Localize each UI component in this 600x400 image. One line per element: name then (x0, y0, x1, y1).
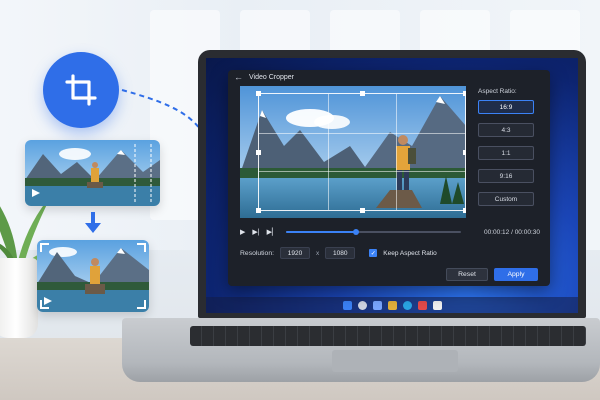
file-explorer-icon[interactable] (387, 300, 397, 310)
reset-button[interactable]: Reset (446, 268, 488, 281)
crop-handle[interactable] (256, 91, 261, 96)
down-arrow-icon (85, 212, 101, 233)
skip-end-icon[interactable]: ▶▏ (267, 228, 278, 236)
aspect-ratio-panel: Aspect Ratio: 16:9 4:3 1:1 9:16 Custom (478, 88, 544, 215)
video-cropper-window: ← Video Cropper Aspect Ratio: 16:9 4:3 1… (228, 70, 550, 286)
aspect-9-16-button[interactable]: 9:16 (478, 169, 534, 183)
crop-grid-line (327, 94, 329, 210)
aspect-ratio-label: Aspect Ratio: (478, 88, 517, 95)
crop-selection-box[interactable] (256, 91, 466, 213)
plant-pot (0, 258, 38, 338)
crop-handle[interactable] (463, 208, 466, 213)
step-forward-icon[interactable]: ▶| (252, 228, 259, 236)
play-icon (44, 297, 52, 305)
resolution-separator: x (316, 249, 320, 257)
keyboard (190, 326, 586, 346)
crop-grid-line (259, 132, 465, 134)
crop-handle[interactable] (360, 208, 365, 213)
crop-handle[interactable] (463, 150, 466, 155)
crop-handle[interactable] (256, 208, 261, 213)
keep-aspect-label: Keep Aspect Ratio (383, 249, 437, 257)
task-view-icon[interactable] (372, 300, 382, 310)
aspect-16-9-button[interactable]: 16:9 (478, 100, 534, 114)
aspect-custom-button[interactable]: Custom (478, 192, 534, 206)
resolution-width-input[interactable]: 1920 (280, 247, 311, 259)
crop-grid-line (259, 171, 465, 173)
app-icon[interactable] (432, 300, 442, 310)
crop-handle[interactable] (256, 150, 261, 155)
original-video-thumbnail (25, 140, 160, 206)
aspect-1-1-button[interactable]: 1:1 (478, 146, 534, 160)
crop-handle[interactable] (360, 91, 365, 96)
play-icon (32, 189, 40, 197)
resolution-row: Resolution: 1920 x 1080 ✓ Keep Aspect Ra… (240, 246, 437, 260)
start-icon[interactable] (342, 300, 352, 310)
window-title: Video Cropper (249, 73, 295, 81)
window-header: ← Video Cropper (228, 70, 550, 84)
crop-feature-badge (43, 52, 119, 128)
resolution-height-input[interactable]: 1080 (325, 247, 356, 259)
crop-icon (65, 74, 97, 106)
keep-aspect-checkbox[interactable]: ✓ (369, 249, 378, 257)
playback-controls: ▶ ▶| ▶▏ 00:00:12 / 00:00:30 (240, 226, 540, 238)
time-display: 00:00:12 / 00:00:30 (483, 228, 540, 236)
aspect-4-3-button[interactable]: 4:3 (478, 123, 534, 137)
timeline-progress (286, 231, 357, 233)
timeline-scrubber[interactable] (286, 229, 462, 235)
taskbar (206, 297, 578, 313)
crop-marker-icon (134, 144, 152, 202)
apply-button[interactable]: Apply (494, 268, 538, 281)
crop-grid-line (396, 94, 398, 210)
trackpad (332, 350, 458, 372)
video-preview[interactable] (240, 86, 466, 218)
crop-handle[interactable] (463, 91, 466, 96)
store-icon[interactable] (417, 300, 427, 310)
back-arrow-icon[interactable]: ← (234, 72, 243, 82)
browser-icon[interactable] (402, 300, 412, 310)
cropped-video-thumbnail (37, 240, 149, 312)
resolution-label: Resolution: (240, 249, 275, 257)
search-icon[interactable] (357, 300, 367, 310)
timeline-knob[interactable] (353, 229, 360, 235)
play-icon[interactable]: ▶ (240, 228, 245, 236)
